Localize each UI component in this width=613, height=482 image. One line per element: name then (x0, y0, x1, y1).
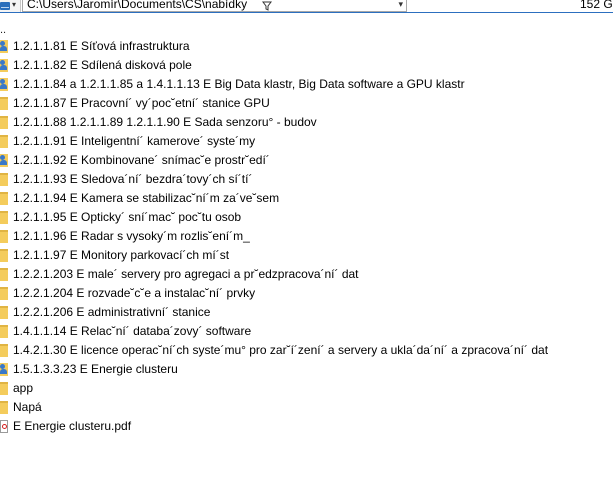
file-list-item[interactable]: 1.2.1.1.92 E Kombinovane´ snímac˘e prost… (0, 151, 613, 170)
file-name: 1.2.1.1.82 E Sdílená disková pole (13, 58, 192, 72)
parent-directory-item[interactable]: .. (0, 25, 20, 37)
shared-folder-icon (0, 59, 8, 72)
file-name: 1.2.2.1.203 E male´ servery pro agregaci… (13, 267, 359, 281)
folder-icon (0, 287, 8, 300)
file-list-item[interactable]: 1.2.1.1.82 E Sdílená disková pole (0, 56, 613, 75)
folder-icon (0, 211, 8, 224)
file-name: 1.4.2.1.30 E licence operac˘ní´ch syste´… (13, 343, 549, 357)
drive-icon (0, 2, 10, 10)
drive-selector[interactable]: ▾ (0, 0, 21, 12)
file-list-item[interactable]: 1.2.1.1.88 1.2.1.1.89 1.2.1.1.90 E Sada … (0, 113, 613, 132)
file-name: 1.2.1.1.93 E Sledova´ní´ bezdra´tovy´ch … (13, 172, 253, 186)
path-bar: ▾ C:\Users\Jaromír\Documents\CS\nabídky … (0, 0, 613, 13)
file-list-item[interactable]: Napá (0, 398, 613, 417)
folder-icon (0, 401, 8, 414)
file-name: 1.2.1.1.92 E Kombinovane´ snímac˘e prost… (13, 153, 270, 167)
file-list-item[interactable]: 1.2.1.1.84 a 1.2.1.1.85 a 1.4.1.1.13 E B… (0, 75, 613, 94)
file-manager-window: ▾ C:\Users\Jaromír\Documents\CS\nabídky … (0, 0, 613, 482)
file-name: 1.2.1.1.97 E Monitory parkovací´ch mí´st (13, 248, 230, 262)
shared-folder-icon (0, 363, 8, 376)
file-list-item[interactable]: 1.2.2.1.203 E male´ servery pro agregaci… (0, 265, 613, 284)
file-name: 1.2.2.1.204 E rozvade˘c˘e a instalac˘ní´… (13, 286, 256, 300)
file-list-item[interactable]: 1.2.1.1.97 E Monitory parkovací´ch mí´st (0, 246, 613, 265)
folder-icon (0, 230, 8, 243)
file-list-item[interactable]: 1.2.1.1.93 E Sledova´ní´ bezdra´tovy´ch … (0, 170, 613, 189)
shared-folder-icon (0, 154, 8, 167)
folder-icon (0, 382, 8, 395)
file-list-item[interactable]: 1.2.1.1.91 E Inteligentní´ kamerove´ sys… (0, 132, 613, 151)
file-list-item[interactable]: 1.2.2.1.206 E administrativní´ stanice (0, 303, 613, 322)
filter-icon[interactable] (262, 1, 272, 11)
pdf-icon (0, 420, 8, 433)
shared-folder-icon (0, 40, 8, 53)
file-name: 1.2.1.1.84 a 1.2.1.1.85 a 1.4.1.1.13 E B… (13, 77, 465, 91)
file-list-item[interactable]: 1.2.1.1.81 E Síťová infrastruktura (0, 37, 613, 56)
file-name: 1.2.1.1.87 E Pracovní´ vy´poc˘etní´ stan… (13, 96, 270, 110)
folder-icon (0, 306, 8, 319)
file-list-item[interactable]: 1.4.1.1.14 E Relac˘ní´ databa´zovy´ soft… (0, 322, 613, 341)
file-name: 1.5.1.3.3.23 E Energie clusteru (13, 362, 178, 376)
folder-icon (0, 97, 8, 110)
file-name: Napá (13, 400, 42, 414)
file-list-item[interactable]: app (0, 379, 613, 398)
file-name: 1.2.1.1.91 E Inteligentní´ kamerove´ sys… (13, 134, 256, 148)
folder-icon (0, 268, 8, 281)
file-list-item[interactable]: 1.2.1.1.94 E Kamera se stabilizac˘ní´m z… (0, 189, 613, 208)
folder-icon (0, 173, 8, 186)
path-field[interactable]: C:\Users\Jaromír\Documents\CS\nabídky ▾ (22, 0, 407, 12)
file-name: 1.2.1.1.96 E Radar s vysoky´m rozlis˘ení… (13, 229, 250, 243)
file-name: 1.2.1.1.81 E Síťová infrastruktura (13, 39, 190, 53)
file-name: 1.4.1.1.14 E Relac˘ní´ databa´zovy´ soft… (13, 324, 252, 338)
file-name: 1.2.1.1.88 1.2.1.1.89 1.2.1.1.90 E Sada … (13, 115, 317, 129)
file-name: app (13, 381, 34, 395)
folder-icon (0, 249, 8, 262)
folder-icon (0, 135, 8, 148)
file-list-item[interactable]: 1.2.1.1.95 E Opticky´ sní´mac˘ poc˘tu os… (0, 208, 613, 227)
file-name: E Energie clusteru.pdf (13, 419, 132, 433)
folder-icon (0, 344, 8, 357)
folder-icon (0, 192, 8, 205)
file-name: 1.2.1.1.94 E Kamera se stabilizac˘ní´m z… (13, 191, 280, 205)
file-list-item[interactable]: E Energie clusteru.pdf (0, 417, 613, 436)
path-history-chevron-down-icon[interactable]: ▾ (398, 0, 403, 11)
folder-icon (0, 325, 8, 338)
folder-icon (0, 116, 8, 129)
free-space-label: 152 GB (580, 0, 613, 11)
file-list-item[interactable]: 1.5.1.3.3.23 E Energie clusteru (0, 360, 613, 379)
file-name: 1.2.1.1.95 E Opticky´ sní´mac˘ poc˘tu os… (13, 210, 242, 224)
shared-folder-icon (0, 78, 8, 91)
file-list-item[interactable]: 1.2.1.1.87 E Pracovní´ vy´poc˘etní´ stan… (0, 94, 613, 113)
file-name: 1.2.2.1.206 E administrativní´ stanice (13, 305, 211, 319)
file-list[interactable]: .. 1.2.1.1.81 E Síťová infrastruktura 1.2… (0, 13, 613, 482)
file-list-item[interactable]: 1.2.2.1.204 E rozvade˘c˘e a instalac˘ní´… (0, 284, 613, 303)
file-list-item[interactable]: 1.2.1.1.96 E Radar s vysoky´m rozlis˘ení… (0, 227, 613, 246)
file-list-item[interactable]: 1.4.2.1.30 E licence operac˘ní´ch syste´… (0, 341, 613, 360)
chevron-down-icon: ▾ (12, 0, 17, 9)
path-text: C:\Users\Jaromír\Documents\CS\nabídky (27, 0, 248, 11)
